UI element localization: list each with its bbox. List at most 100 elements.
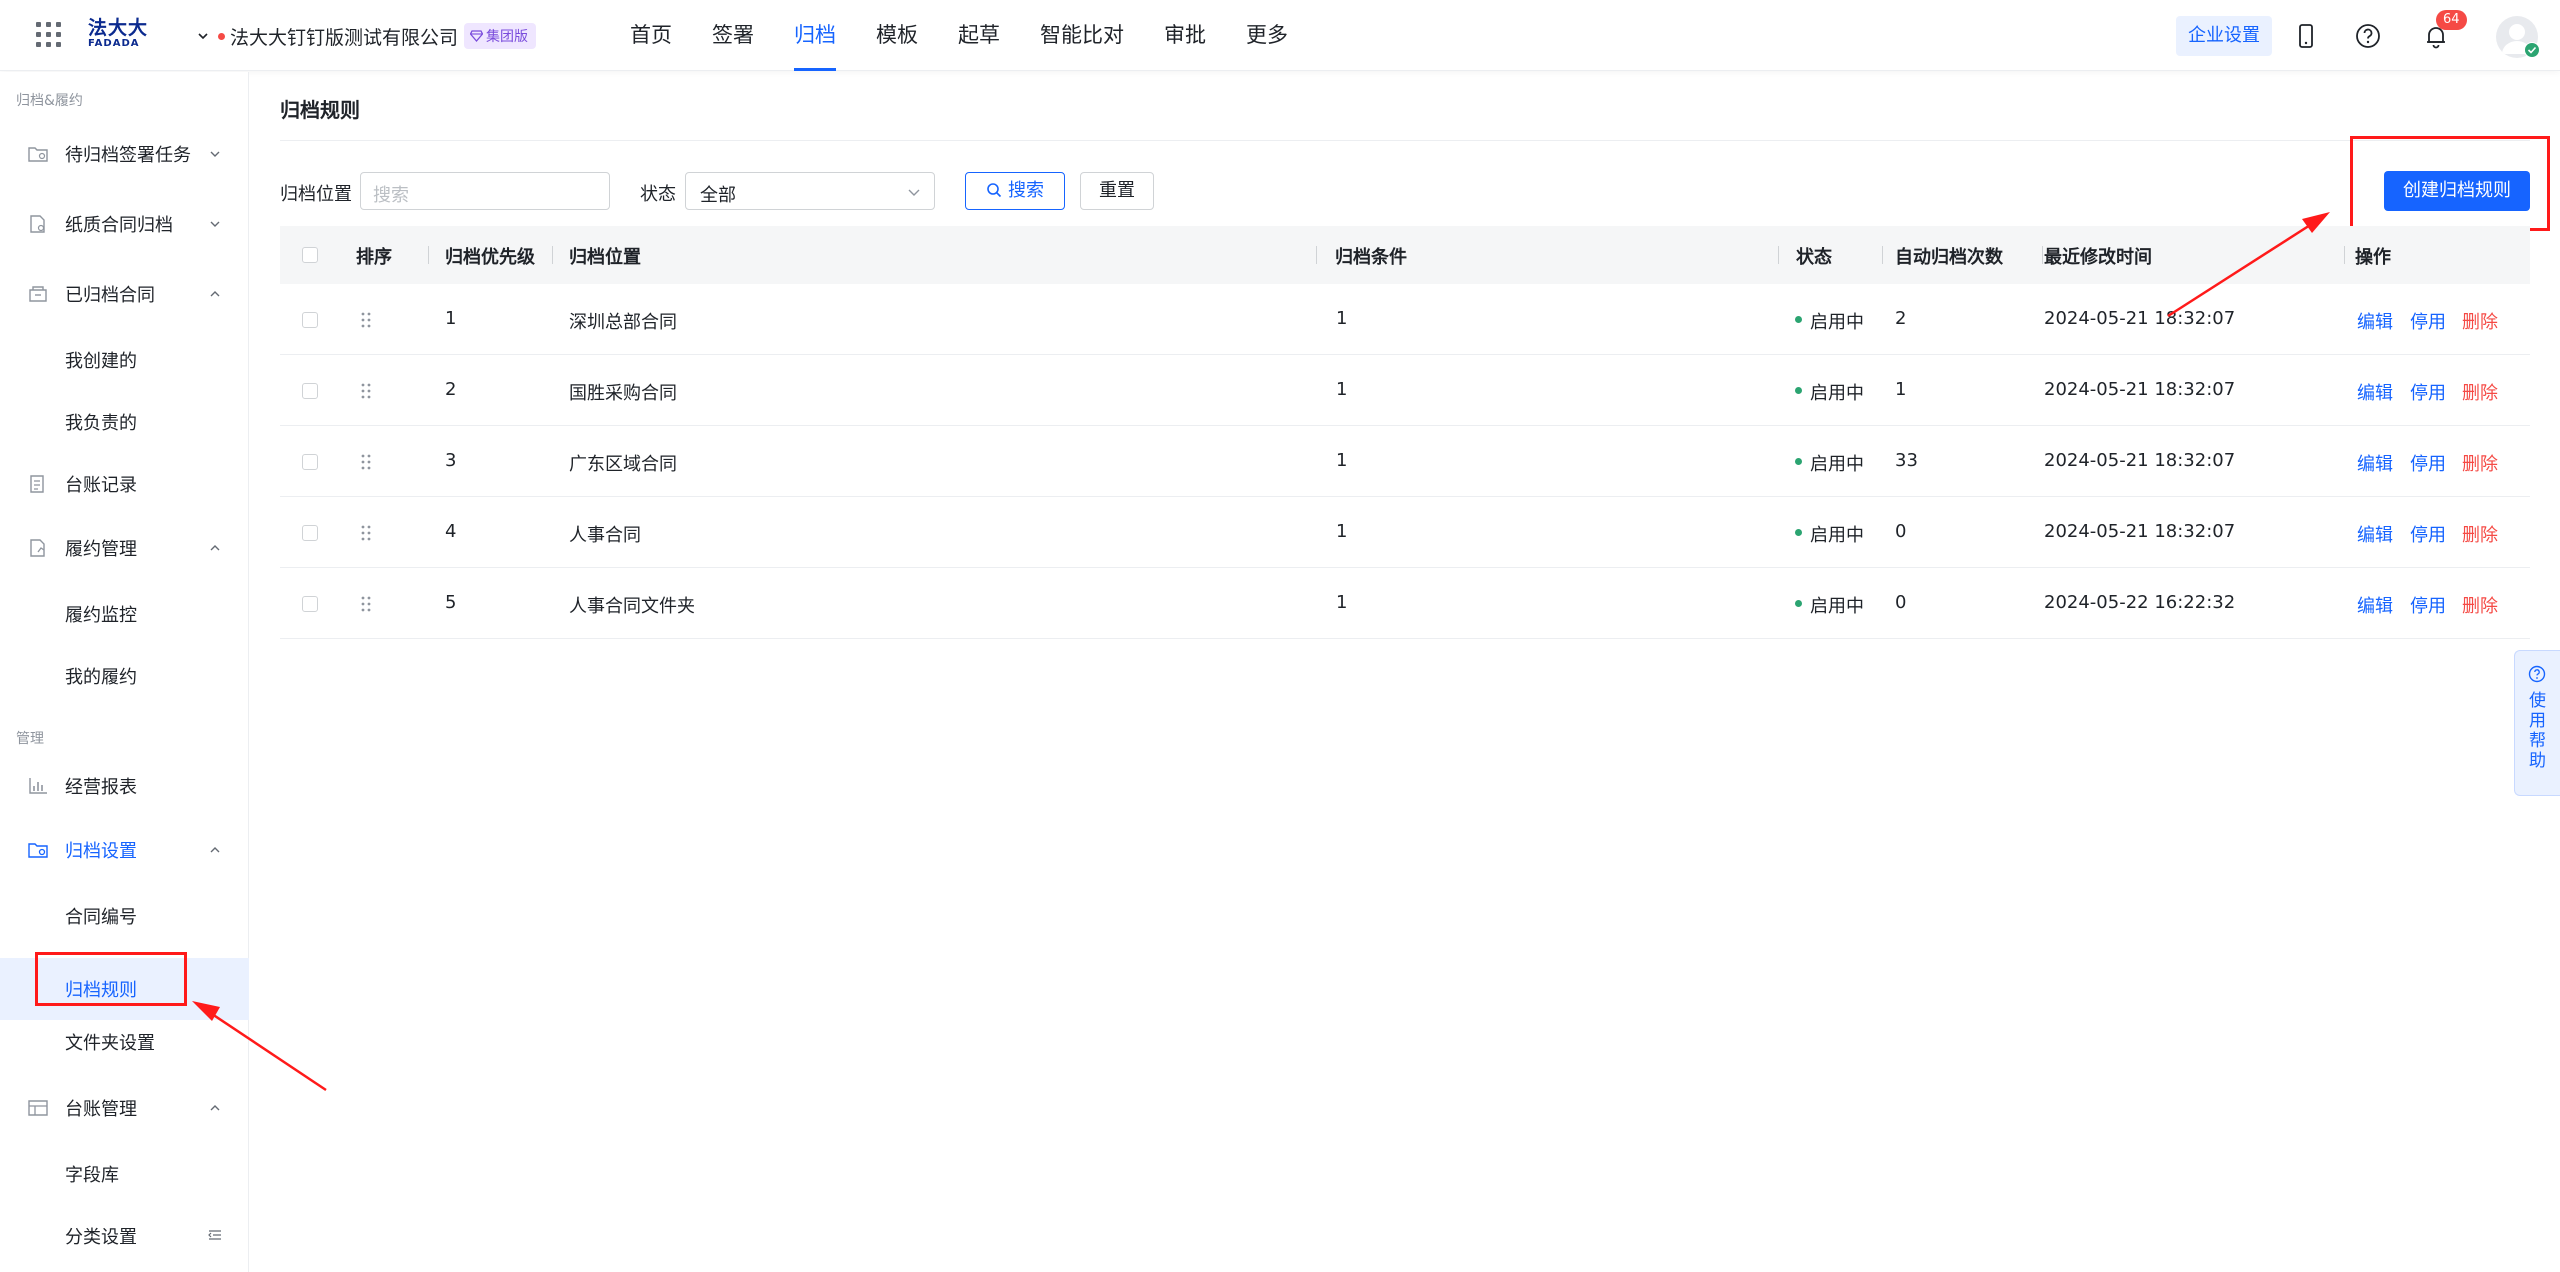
main-content: 归档规则 归档位置 搜索 状态 全部 搜索 重置 创建归档规则 排序 归档优先级…: [250, 72, 2560, 1272]
create-archive-rule-button[interactable]: 创建归档规则: [2384, 171, 2530, 211]
sidebar-item-ledger-mgmt[interactable]: 台账管理: [0, 1088, 249, 1128]
status-dot: [1795, 529, 1802, 536]
sidebar-item-fulfillment-monitor[interactable]: 履约监控: [0, 594, 249, 634]
archive-box-icon: [29, 286, 47, 302]
sidebar-item-created-by-me[interactable]: 我创建的: [0, 340, 249, 380]
sidebar-item-business-report[interactable]: 经营报表: [0, 766, 249, 806]
table-header: 排序 归档优先级 归档位置 归档条件 状态 自动归档次数 最近修改时间 操作: [280, 226, 2530, 284]
status-select[interactable]: 全部: [685, 172, 935, 210]
cell-priority: 1: [445, 308, 457, 329]
row-checkbox[interactable]: [302, 596, 318, 612]
app-grid-icon[interactable]: [36, 22, 62, 48]
help-label: 使用帮助: [2529, 691, 2546, 771]
cell-location: 广东区域合同: [569, 454, 677, 475]
sidebar-item-pending-tasks[interactable]: 待归档签署任务: [0, 134, 249, 174]
col-actions: 操作: [2355, 247, 2391, 268]
cell-auto-count: 1: [1895, 379, 1907, 400]
disable-link[interactable]: 停用: [2410, 521, 2446, 547]
org-switcher[interactable]: 法大大钉钉版测试有限公司 集团版: [196, 22, 537, 50]
drag-handle-icon[interactable]: [360, 524, 372, 542]
location-search-input[interactable]: 搜索: [360, 172, 610, 210]
edit-link[interactable]: 编辑: [2357, 308, 2393, 334]
delete-link[interactable]: 删除: [2462, 450, 2498, 476]
drag-handle-icon[interactable]: [360, 311, 372, 329]
folder-settings-icon: [28, 843, 48, 858]
help-icon[interactable]: [2354, 22, 2382, 50]
sidebar-item-responsible[interactable]: 我负责的: [0, 402, 249, 442]
nav-approval[interactable]: 审批: [1144, 0, 1226, 71]
row-checkbox[interactable]: [302, 312, 318, 328]
company-settings-button[interactable]: 企业设置: [2176, 16, 2272, 56]
row-checkbox[interactable]: [302, 525, 318, 541]
cell-priority: 5: [445, 592, 457, 613]
sidebar-item-archive-settings[interactable]: 归档设置: [0, 830, 249, 870]
sidebar-item-label: 我的履约: [65, 667, 137, 688]
ledger-icon: [30, 475, 44, 493]
sidebar-item-ledger-records[interactable]: 台账记录: [0, 464, 249, 504]
table-row: 1 深圳总部合同 1 启用中 2 2024-05-21 18:32:07 编辑 …: [280, 284, 2530, 355]
disable-link[interactable]: 停用: [2410, 379, 2446, 405]
sidebar-item-label: 分类设置: [65, 1227, 137, 1248]
sidebar-item-paper-archive[interactable]: 纸质合同归档: [0, 204, 249, 244]
delete-link[interactable]: 删除: [2462, 521, 2498, 547]
sidebar-item-contract-number[interactable]: 合同编号: [0, 896, 249, 936]
disable-link[interactable]: 停用: [2410, 450, 2446, 476]
search-button[interactable]: 搜索: [965, 172, 1065, 210]
mobile-icon[interactable]: [2292, 22, 2320, 50]
delete-link[interactable]: 删除: [2462, 308, 2498, 334]
sidebar-item-category-settings[interactable]: 分类设置: [0, 1216, 249, 1256]
collapse-menu-icon[interactable]: [208, 1229, 222, 1241]
notification-count-badge: 64: [2436, 10, 2467, 30]
nav-home[interactable]: 首页: [630, 0, 692, 71]
chevron-down-icon: [210, 221, 220, 227]
reset-button[interactable]: 重置: [1080, 172, 1154, 210]
cell-condition: 1: [1336, 308, 1348, 329]
nav-draft[interactable]: 起草: [938, 0, 1020, 71]
sidebar-group-manage: 管理: [16, 731, 44, 747]
nav-sign[interactable]: 签署: [692, 0, 774, 71]
bell-icon[interactable]: 64: [2422, 10, 2467, 50]
sidebar-item-field-library[interactable]: 字段库: [0, 1154, 249, 1194]
sidebar-item-my-fulfillment[interactable]: 我的履约: [0, 656, 249, 696]
nav-archive[interactable]: 归档: [774, 0, 856, 71]
row-checkbox[interactable]: [302, 454, 318, 470]
disable-link[interactable]: 停用: [2410, 592, 2446, 618]
table-row: 2 国胜采购合同 1 启用中 1 2024-05-21 18:32:07 编辑 …: [280, 355, 2530, 426]
sidebar-item-label: 待归档签署任务: [65, 145, 191, 166]
paper-doc-icon: [30, 215, 45, 233]
cell-location: 国胜采购合同: [569, 383, 677, 404]
disable-link[interactable]: 停用: [2410, 308, 2446, 334]
cell-status: 启用中: [1810, 454, 1864, 475]
sidebar-item-fulfillment[interactable]: 履约管理: [0, 528, 249, 568]
col-condition: 归档条件: [1335, 247, 1407, 268]
drag-handle-icon[interactable]: [360, 595, 372, 613]
table-row: 4 人事合同 1 启用中 0 2024-05-21 18:32:07 编辑 停用…: [280, 497, 2530, 568]
chevron-up-icon: [210, 545, 220, 551]
col-separator: [1778, 246, 1779, 264]
drag-handle-icon[interactable]: [360, 382, 372, 400]
floating-help-tab[interactable]: 使用帮助: [2514, 650, 2560, 796]
edit-link[interactable]: 编辑: [2357, 379, 2393, 405]
nav-template[interactable]: 模板: [856, 0, 938, 71]
edit-link[interactable]: 编辑: [2357, 450, 2393, 476]
filter-location-label: 归档位置: [280, 184, 352, 205]
edit-link[interactable]: 编辑: [2357, 592, 2393, 618]
select-all-checkbox[interactable]: [302, 247, 318, 263]
delete-link[interactable]: 删除: [2462, 592, 2498, 618]
edit-link[interactable]: 编辑: [2357, 521, 2393, 547]
bar-chart-icon: [29, 778, 47, 794]
row-checkbox[interactable]: [302, 383, 318, 399]
nav-smart-compare[interactable]: 智能比对: [1020, 0, 1144, 71]
sidebar-group-archive: 归档&履约: [16, 93, 83, 109]
fadada-logo[interactable]: 法大大 FADADA: [88, 18, 152, 54]
delete-link[interactable]: 删除: [2462, 379, 2498, 405]
sidebar-item-archived[interactable]: 已归档合同: [0, 274, 249, 314]
nav-more[interactable]: 更多: [1226, 0, 1308, 71]
chevron-up-icon: [210, 291, 220, 297]
col-separator: [428, 246, 429, 264]
drag-handle-icon[interactable]: [360, 453, 372, 471]
cell-status: 启用中: [1810, 596, 1864, 617]
cell-condition: 1: [1336, 379, 1348, 400]
cell-modified: 2024-05-21 18:32:07: [2044, 308, 2236, 329]
sidebar-item-folder-settings[interactable]: 文件夹设置: [0, 1022, 249, 1062]
